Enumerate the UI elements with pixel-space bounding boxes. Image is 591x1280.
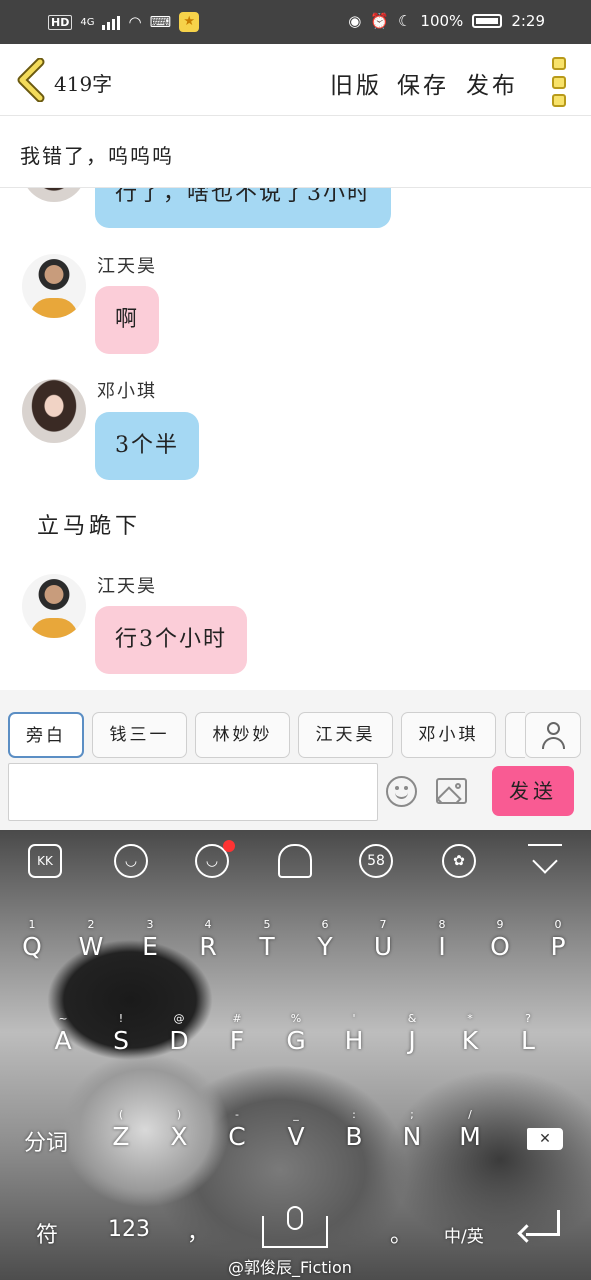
avatar[interactable] [22, 574, 86, 638]
save-button[interactable]: 保存 [397, 66, 449, 100]
key-g[interactable]: % G [268, 1012, 324, 1072]
clock: 2:29 [511, 12, 545, 30]
battery-icon [472, 14, 503, 28]
segment-key[interactable]: 分词 [24, 1125, 68, 1157]
key-f[interactable]: # F [209, 1012, 265, 1072]
character-tab[interactable]: 江天昊 [298, 712, 393, 758]
message-bubble[interactable]: 行了，啥也不说了3小时 [95, 188, 391, 228]
eye-icon: ◉ [348, 12, 362, 30]
key-j[interactable]: & J [384, 1012, 440, 1072]
character-selector-bar: 旁白 钱三一 林妙妙 江天昊 邓小琪 发送 [0, 690, 591, 830]
key-c[interactable]: -C [209, 1108, 265, 1168]
speaker-name: 邓小琪 [97, 381, 157, 402]
key-t[interactable]: 5T [239, 918, 295, 978]
language-switch-key[interactable]: 中/英 [444, 1222, 484, 1247]
key-s[interactable]: ! S [93, 1012, 149, 1072]
moon-icon: ☾ [397, 12, 412, 30]
key-i[interactable]: 8I [414, 918, 470, 978]
character-tab[interactable]: 钱三一 [92, 712, 187, 758]
period-key[interactable]: 。 [390, 1217, 412, 1249]
wink-emoji-icon[interactable]: ◡ [114, 844, 148, 878]
key-h[interactable]: ' H [326, 1012, 382, 1072]
key-k[interactable]: * K [442, 1012, 498, 1072]
status-bar: HD 4G ◠ ⌨ ★ ◉ ⏰ ☾ 100% 2:29 [0, 0, 591, 44]
key-z[interactable]: (Z [93, 1108, 149, 1168]
key-u[interactable]: 7U [355, 918, 411, 978]
character-tab-partial[interactable] [505, 712, 525, 758]
microphone-icon[interactable] [287, 1206, 303, 1230]
symbol-key[interactable]: 符 [36, 1217, 58, 1249]
key-o[interactable]: 9O [472, 918, 528, 978]
message-bubble[interactable]: 行3个小时 [95, 606, 247, 674]
story-title: 我错了，呜呜呜 [20, 144, 174, 168]
key-l[interactable]: ? L [500, 1012, 556, 1072]
backspace-key[interactable]: ✕ [527, 1128, 563, 1150]
chat-area[interactable]: 行了，啥也不说了3小时 江天昊 啊 邓小琪 3个半 立马跪下 江天昊 行3个小时 [0, 188, 591, 690]
key-y[interactable]: 6Y [297, 918, 353, 978]
key-w[interactable]: 2W [63, 918, 119, 978]
keyboard-status-icon: ⌨ [149, 13, 172, 31]
narration-text[interactable]: 立马跪下 [37, 508, 141, 540]
add-character-button[interactable] [525, 712, 581, 758]
soft-keyboard: KK ◡ ◡ 58 ✿ 1Q 2W 3E 4R 5T 6Y 7U 8I 9O 0… [0, 830, 591, 1280]
send-button[interactable]: 发送 [492, 766, 574, 816]
message-bubble[interactable]: 啊 [95, 286, 160, 354]
star-app-icon: ★ [179, 12, 200, 32]
key-v[interactable]: _ V [268, 1108, 324, 1168]
more-menu-icon[interactable] [549, 57, 569, 107]
sticker-icon[interactable]: ◡ [195, 840, 235, 878]
watermark: @郭俊辰_Fiction [228, 1258, 352, 1277]
character-tab[interactable]: 林妙妙 [195, 712, 290, 758]
key-b[interactable]: :B [326, 1108, 382, 1168]
enter-key[interactable] [526, 1210, 560, 1236]
wifi-icon: ◠ [128, 13, 142, 31]
message-input[interactable] [8, 763, 378, 821]
key-n[interactable]: ; N [384, 1108, 440, 1168]
hd-indicator: HD [48, 14, 73, 30]
emoji-icon[interactable] [386, 776, 417, 807]
character-tab[interactable]: 邓小琪 [401, 712, 496, 758]
key-e[interactable]: 3E [122, 918, 178, 978]
editor-header: 419字 旧版 保存 发布 [0, 44, 591, 116]
key-p[interactable]: 0P [530, 918, 586, 978]
alarm-icon: ⏰ [370, 12, 389, 30]
message-bubble[interactable]: 3个半 [95, 412, 199, 480]
speaker-name: 江天昊 [97, 576, 157, 597]
publish-button[interactable]: 发布 [466, 66, 518, 100]
character-tab-narrator[interactable]: 旁白 [8, 712, 84, 758]
battery-percent: 100% [420, 12, 464, 30]
skin-flower-icon[interactable]: ✿ [442, 844, 476, 878]
avatar[interactable] [22, 188, 86, 202]
avatar[interactable] [22, 379, 86, 443]
speaker-name: 江天昊 [97, 256, 157, 277]
old-version-button[interactable]: 旧版 [330, 66, 382, 100]
key-q[interactable]: 1Q [4, 918, 60, 978]
key-m[interactable]: / M [442, 1108, 498, 1168]
bell-icon[interactable] [278, 844, 312, 878]
key-x[interactable]: ) X [151, 1108, 207, 1168]
person-icon [547, 722, 560, 735]
back-arrow-icon[interactable] [14, 58, 48, 102]
network-type: 4G [80, 16, 95, 28]
badge-58-icon[interactable]: 58 [359, 844, 393, 878]
key-r[interactable]: 4R [180, 918, 236, 978]
word-count: 419字 [54, 72, 113, 96]
key-d[interactable]: @ D [151, 1012, 207, 1072]
image-icon[interactable] [436, 778, 467, 804]
story-title-row[interactable]: 我错了，呜呜呜 [0, 116, 591, 188]
avatar[interactable] [22, 254, 86, 318]
key-a[interactable]: ~ A [35, 1012, 91, 1072]
number-key[interactable]: 123 [108, 1217, 150, 1242]
kk-logo-icon[interactable]: KK [28, 844, 62, 878]
signal-icon [102, 14, 121, 30]
collapse-keyboard-icon[interactable] [528, 844, 562, 878]
comma-key[interactable]: ， [187, 1215, 209, 1247]
